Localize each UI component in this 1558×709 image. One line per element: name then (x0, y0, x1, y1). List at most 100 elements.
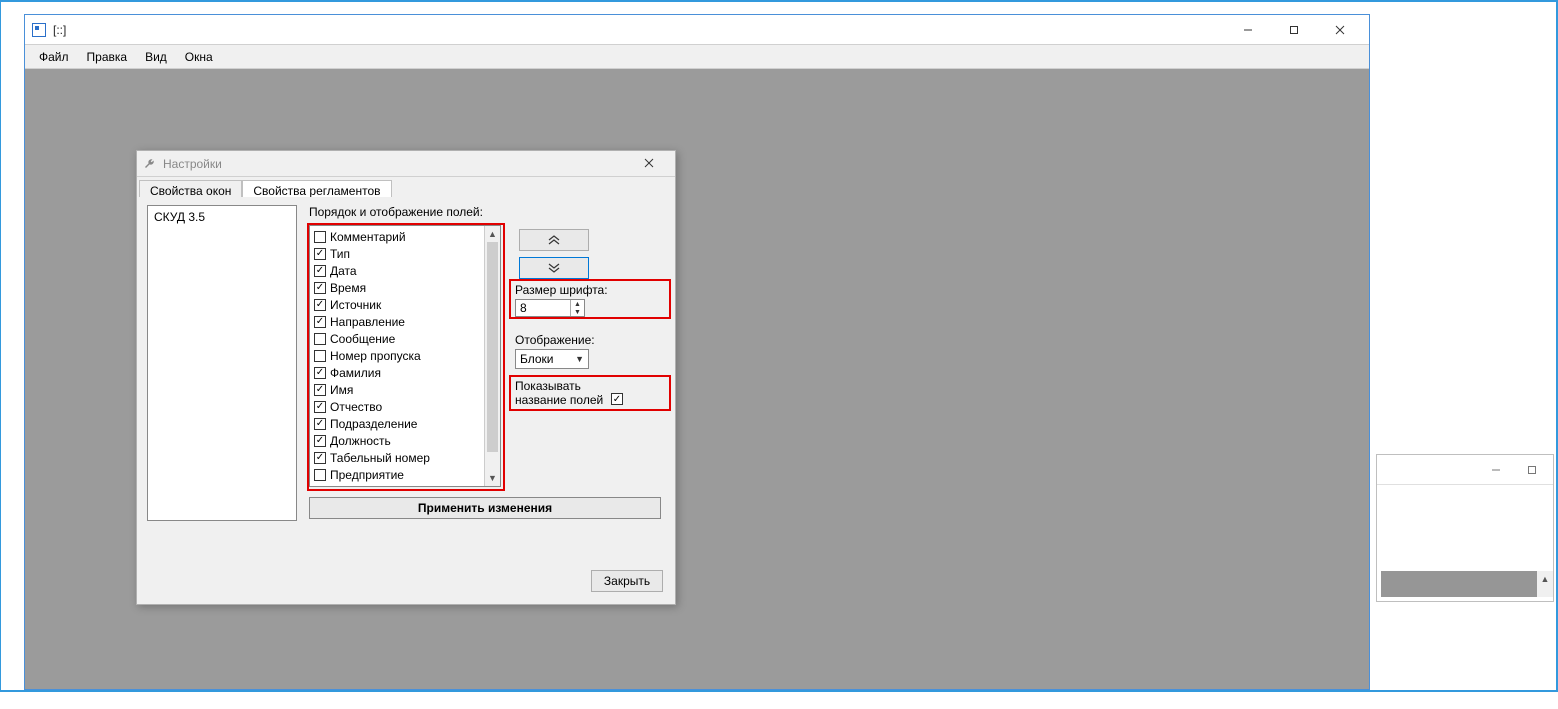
field-label: Табельный номер (330, 451, 430, 465)
field-label: Источник (330, 298, 381, 312)
secondary-minimize-button[interactable] (1479, 458, 1513, 482)
menu-edit[interactable]: Правка (87, 50, 128, 64)
field-checkbox[interactable] (314, 265, 326, 277)
field-row[interactable]: Источник (314, 296, 480, 313)
field-label: Номер пропуска (330, 349, 421, 363)
font-size-spinner[interactable]: 8 ▲ ▼ (515, 299, 585, 317)
field-checkbox[interactable] (314, 248, 326, 260)
field-checkbox[interactable] (314, 384, 326, 396)
field-label: Подразделение (330, 417, 417, 431)
field-label: Предприятие (330, 468, 404, 482)
show-field-names-checkbox[interactable] (611, 393, 623, 405)
minimize-icon (1491, 465, 1501, 475)
field-label: Комментарий (330, 230, 406, 244)
display-label: Отображение: (515, 333, 595, 347)
field-row[interactable]: Комментарий (314, 228, 480, 245)
secondary-maximize-button[interactable] (1515, 458, 1549, 482)
dialog-close-button[interactable] (629, 157, 669, 171)
show-field-names-label-2: название полей (515, 393, 603, 407)
field-row[interactable]: Сообщение (314, 330, 480, 347)
field-checkbox[interactable] (314, 418, 326, 430)
field-row[interactable]: Фамилия (314, 364, 480, 381)
close-button[interactable] (1317, 15, 1363, 45)
field-label: Направление (330, 315, 405, 329)
field-row[interactable]: Отчество (314, 398, 480, 415)
minimize-button[interactable] (1225, 15, 1271, 45)
field-checkbox[interactable] (314, 231, 326, 243)
field-row[interactable]: Время (314, 279, 480, 296)
scroll-down-icon[interactable]: ▼ (485, 470, 500, 486)
field-checkbox[interactable] (314, 299, 326, 311)
close-icon (1335, 25, 1345, 35)
scroll-up-icon[interactable]: ▲ (485, 226, 500, 242)
app-icon (31, 22, 47, 38)
field-row[interactable]: Подразделение (314, 415, 480, 432)
field-label: Должность (330, 434, 391, 448)
main-titlebar: [::] (25, 15, 1369, 45)
main-title: [::] (53, 23, 66, 37)
field-row[interactable]: Тип (314, 245, 480, 262)
list-item[interactable]: СКУД 3.5 (154, 210, 290, 224)
field-label: Дата (330, 264, 357, 278)
dialog-body: СКУД 3.5 Порядок и отображение полей: Ко… (139, 197, 673, 602)
field-row[interactable]: Табельный номер (314, 449, 480, 466)
display-select[interactable]: Блоки ▼ (515, 349, 589, 369)
field-label: Сообщение (330, 332, 395, 346)
menu-windows[interactable]: Окна (185, 50, 213, 64)
secondary-body (1381, 571, 1549, 597)
regulations-list[interactable]: СКУД 3.5 (147, 205, 297, 521)
window-controls (1225, 15, 1363, 45)
dialog-title: Настройки (163, 157, 222, 171)
secondary-scrollbar[interactable]: ▲ (1537, 571, 1553, 597)
chevron-up-double-icon (547, 234, 561, 246)
field-label: Отчество (330, 400, 382, 414)
chevron-down-double-icon (547, 262, 561, 274)
font-size-value[interactable]: 8 (516, 300, 570, 316)
field-checkbox[interactable] (314, 469, 326, 481)
field-label: Время (330, 281, 366, 295)
scroll-up-icon[interactable]: ▲ (1537, 571, 1553, 587)
field-checkbox[interactable] (314, 367, 326, 379)
minimize-icon (1243, 25, 1253, 35)
field-row[interactable]: Номер пропуска (314, 347, 480, 364)
apply-changes-button[interactable]: Применить изменения (309, 497, 661, 519)
close-icon (644, 158, 654, 168)
secondary-titlebar (1377, 455, 1553, 485)
field-checkbox[interactable] (314, 333, 326, 345)
scroll-thumb[interactable] (487, 242, 498, 452)
field-row[interactable]: Дата (314, 262, 480, 279)
field-checkbox[interactable] (314, 435, 326, 447)
field-label: Фамилия (330, 366, 381, 380)
field-row[interactable]: Должность (314, 432, 480, 449)
menu-file[interactable]: Файл (39, 50, 69, 64)
field-checkbox[interactable] (314, 316, 326, 328)
field-checkbox[interactable] (314, 452, 326, 464)
spin-up-icon[interactable]: ▲ (571, 300, 584, 308)
wrench-icon (143, 157, 157, 171)
spin-down-icon[interactable]: ▼ (571, 308, 584, 316)
settings-dialog: Настройки Свойства окон Свойства регламе… (136, 150, 676, 605)
menu-view[interactable]: Вид (145, 50, 167, 64)
spin-buttons: ▲ ▼ (570, 300, 584, 316)
field-label: Тип (330, 247, 350, 261)
field-checkbox[interactable] (314, 350, 326, 362)
font-size-label: Размер шрифта: (515, 283, 608, 297)
maximize-icon (1527, 465, 1537, 475)
fields-scrollbar[interactable]: ▲ ▼ (484, 226, 500, 486)
maximize-icon (1289, 25, 1299, 35)
field-row[interactable]: Направление (314, 313, 480, 330)
fields-order-label: Порядок и отображение полей: (309, 205, 483, 219)
main-menubar: Файл Правка Вид Окна (25, 45, 1369, 69)
field-checkbox[interactable] (314, 401, 326, 413)
maximize-button[interactable] (1271, 15, 1317, 45)
chevron-down-icon: ▼ (575, 354, 584, 364)
field-label: Имя (330, 383, 353, 397)
close-dialog-button[interactable]: Закрыть (591, 570, 663, 592)
secondary-window: ▲ (1376, 454, 1554, 602)
field-checkbox[interactable] (314, 282, 326, 294)
field-row[interactable]: Имя (314, 381, 480, 398)
move-up-button[interactable] (519, 229, 589, 251)
fields-listbox[interactable]: Комментарий Тип Дата Время Источник Направлен… (309, 225, 501, 487)
move-down-button[interactable] (519, 257, 589, 279)
field-row[interactable]: Предприятие (314, 466, 480, 483)
